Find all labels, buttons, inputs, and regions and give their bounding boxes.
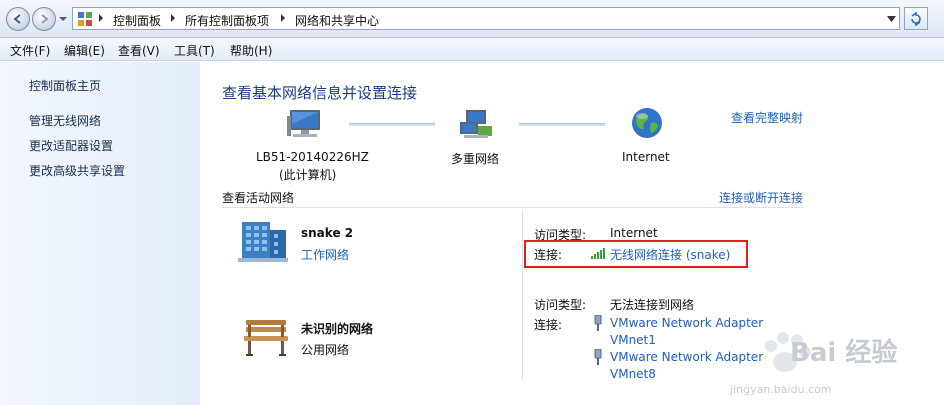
chevron-right-icon[interactable]	[169, 13, 177, 23]
watermark-text: Bai 经验	[790, 338, 898, 368]
change-adapter-settings-link[interactable]: 更改适配器设置	[29, 137, 113, 154]
breadcrumb-item[interactable]: 控制面板	[113, 12, 161, 29]
network-adapter-icon	[594, 349, 602, 365]
change-sharing-settings-link[interactable]: 更改高级共享设置	[29, 162, 125, 179]
menu-help[interactable]: 帮助(H)	[230, 42, 272, 59]
access-type-value: Internet	[610, 226, 658, 240]
network-type-link[interactable]: 工作网络	[301, 246, 349, 263]
work-network-icon	[238, 222, 288, 262]
control-panel-icon	[78, 12, 92, 26]
menu-view[interactable]: 查看(V)	[118, 42, 160, 59]
access-type-value: 无法连接到网络	[610, 298, 695, 312]
network-adapter-icon	[594, 315, 602, 331]
active-networks-heading: 查看活动网络	[222, 191, 295, 205]
menu-tools[interactable]: 工具(T)	[174, 42, 215, 59]
computer-name: LB51-20140226HZ	[256, 150, 369, 164]
menu-bar: 文件(F) 编辑(E) 查看(V) 工具(T) 帮助(H)	[0, 38, 944, 61]
network-name: 未识别的网络	[301, 322, 374, 336]
control-panel-home-link[interactable]: 控制面板主页	[29, 77, 101, 94]
highlight-box	[524, 240, 748, 268]
history-dropdown-icon[interactable]	[58, 14, 68, 24]
watermark-url: jingyan.baidu.com	[730, 383, 832, 396]
network-type: 公用网络	[301, 343, 350, 357]
refresh-icon	[911, 11, 921, 26]
multiple-networks-icon	[460, 110, 492, 138]
menu-edit[interactable]: 编辑(E)	[64, 42, 105, 59]
view-full-map-link[interactable]: 查看完整映射	[731, 109, 803, 126]
breadcrumb[interactable]: 控制面板 所有控制面板项 网络和共享中心	[72, 7, 900, 30]
vmnet1-connection-link-cont[interactable]: VMnet1	[610, 333, 656, 347]
breadcrumb-item[interactable]: 所有控制面板项	[185, 12, 269, 29]
chevron-down-icon[interactable]	[887, 16, 896, 23]
connections-label: 连接:	[534, 318, 563, 332]
connection-line	[349, 123, 435, 126]
public-network-bench-icon	[244, 320, 288, 356]
page-title: 查看基本网络信息并设置连接	[222, 84, 418, 102]
menu-file[interactable]: 文件(F)	[10, 42, 50, 59]
multiple-networks-label: 多重网络	[451, 152, 500, 166]
connect-disconnect-link[interactable]: 连接或断开连接	[719, 189, 803, 206]
computer-icon	[287, 110, 320, 137]
network-name: snake 2	[301, 226, 354, 240]
connection-line	[519, 123, 605, 126]
vmnet8-connection-link-cont[interactable]: VMnet8	[610, 367, 656, 381]
chevron-right-icon[interactable]	[97, 13, 105, 23]
arrow-right-icon	[41, 14, 49, 24]
arrow-left-icon	[13, 14, 21, 24]
internet-label: Internet	[622, 150, 670, 164]
divider	[222, 207, 804, 208]
forward-button[interactable]	[32, 7, 56, 31]
access-type-label: 访问类型:	[534, 298, 587, 312]
breadcrumb-item[interactable]: 网络和共享中心	[295, 12, 379, 29]
back-button[interactable]	[6, 7, 30, 31]
address-bar: 控制面板 所有控制面板项 网络和共享中心	[0, 0, 944, 38]
globe-icon	[632, 108, 662, 138]
computer-sublabel: (此计算机)	[279, 168, 337, 182]
divider	[522, 210, 523, 380]
refresh-button[interactable]	[904, 7, 928, 30]
manage-wireless-link[interactable]: 管理无线网络	[29, 112, 101, 129]
chevron-right-icon[interactable]	[279, 13, 287, 23]
